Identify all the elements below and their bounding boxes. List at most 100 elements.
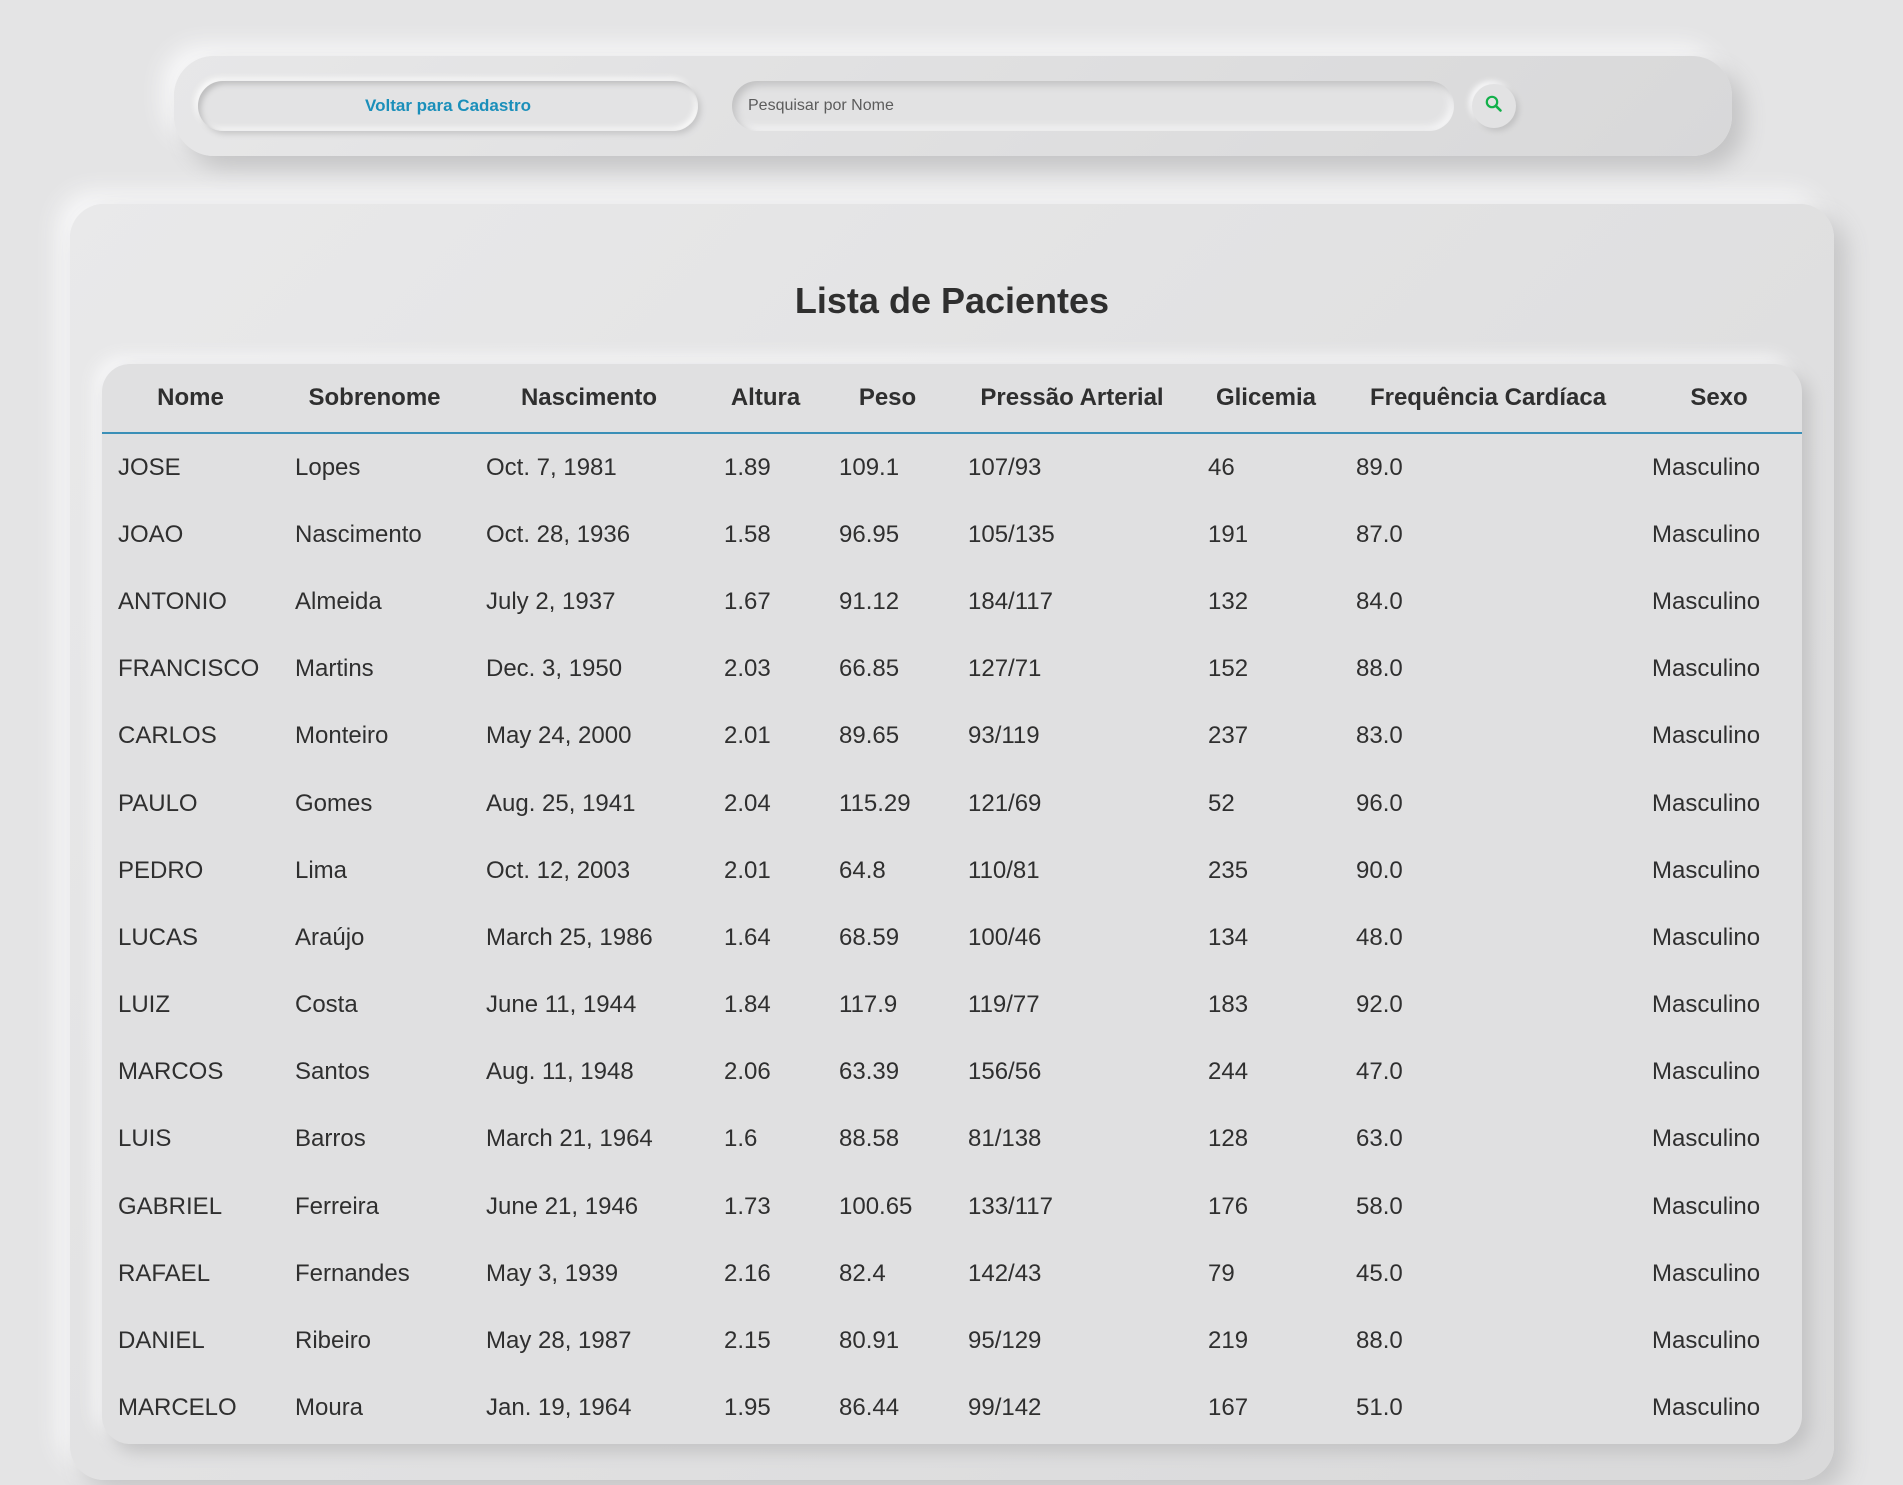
cell-frequencia-cardiaca: 48.0: [1356, 923, 1403, 951]
cell-nome: PEDRO: [118, 856, 204, 884]
cell-glicemia: 237: [1208, 722, 1249, 750]
cell-sexo: Masculino: [1652, 520, 1761, 548]
cell-pressao-arterial: 99/142: [968, 1394, 1042, 1422]
cell-frequencia-cardiaca: 51.0: [1356, 1394, 1403, 1422]
cell-nome: LUIZ: [118, 991, 171, 1019]
cell-peso: 88.58: [839, 1125, 900, 1153]
cell-sexo: Masculino: [1652, 655, 1761, 683]
cell-sobrenome: Ribeiro: [295, 1327, 372, 1355]
cell-pressao-arterial: 133/117: [968, 1192, 1053, 1220]
cell-pressao-arterial: 105/135: [968, 520, 1055, 548]
cell-altura: 1.6: [724, 1125, 758, 1153]
cell-sexo: Masculino: [1652, 923, 1761, 951]
search-input[interactable]: [732, 81, 1454, 131]
search-button[interactable]: [1472, 84, 1516, 128]
cell-nome: RAFAEL: [118, 1259, 211, 1287]
cell-sobrenome: Barros: [295, 1125, 366, 1153]
patients-table: Nome Sobrenome Nascimento Altura Peso Pressão…: [102, 364, 1802, 1442]
cell-nascimento: Aug. 25, 1941: [486, 789, 636, 817]
column-header-frequencia-cardiaca: Frequência Cardíaca: [1340, 364, 1636, 434]
cell-altura: 1.84: [724, 991, 771, 1019]
cell-nome: CARLOS: [118, 722, 217, 750]
cell-sexo: Masculino: [1652, 1058, 1761, 1086]
cell-sexo: Masculino: [1652, 587, 1761, 615]
cell-nome: LUIS: [118, 1125, 172, 1153]
cell-sobrenome: Monteiro: [295, 722, 389, 750]
cell-pressao-arterial: 142/43: [968, 1259, 1042, 1287]
cell-sobrenome: Gomes: [295, 789, 373, 817]
cell-frequencia-cardiaca: 88.0: [1356, 655, 1403, 683]
cell-glicemia: 219: [1208, 1327, 1249, 1355]
cell-altura: 1.67: [724, 587, 771, 615]
search-icon: [1484, 94, 1504, 119]
cell-nascimento: June 11, 1944: [486, 991, 637, 1019]
cell-glicemia: 52: [1208, 789, 1235, 817]
top-toolbar: Voltar para Cadastro: [174, 56, 1732, 156]
cell-nome: JOSE: [118, 453, 181, 481]
cell-sobrenome: Almeida: [295, 587, 382, 615]
table-row: DANIEL Ribeiro May 28, 1987 2.15 80.91 95/129…: [102, 1307, 1802, 1374]
cell-nascimento: May 3, 1939: [486, 1259, 619, 1287]
cell-peso: 89.65: [839, 722, 900, 750]
cell-altura: 1.64: [724, 923, 771, 951]
column-header-altura: Altura: [708, 364, 823, 434]
cell-sexo: Masculino: [1652, 722, 1761, 750]
column-header-sexo: Sexo: [1636, 364, 1802, 434]
column-header-pressao-arterial: Pressão Arterial: [952, 364, 1192, 434]
cell-altura: 2.15: [724, 1327, 771, 1355]
cell-peso: 96.95: [839, 520, 900, 548]
cell-glicemia: 79: [1208, 1259, 1235, 1287]
cell-sexo: Masculino: [1652, 453, 1761, 481]
cell-pressao-arterial: 93/119: [968, 722, 1040, 750]
back-to-register-button[interactable]: Voltar para Cadastro: [198, 81, 698, 131]
column-header-peso: Peso: [823, 364, 952, 434]
cell-frequencia-cardiaca: 58.0: [1356, 1192, 1403, 1220]
cell-sobrenome: Costa: [295, 991, 358, 1019]
cell-frequencia-cardiaca: 87.0: [1356, 520, 1403, 548]
cell-frequencia-cardiaca: 45.0: [1356, 1259, 1403, 1287]
cell-sobrenome: Lopes: [295, 453, 361, 481]
cell-sobrenome: Santos: [295, 1058, 370, 1086]
table-header-row: Nome Sobrenome Nascimento Altura Peso Pressão…: [102, 364, 1802, 434]
cell-altura: 1.95: [724, 1394, 771, 1422]
table-header: Nome Sobrenome Nascimento Altura Peso Pressão…: [102, 364, 1802, 434]
cell-nome: FRANCISCO: [118, 655, 260, 683]
table-row: PAULO Gomes Aug. 25, 1941 2.04 115.29 121/69 5…: [102, 770, 1802, 837]
cell-peso: 80.91: [839, 1327, 900, 1355]
cell-altura: 2.01: [724, 856, 771, 884]
cell-sexo: Masculino: [1652, 1259, 1761, 1287]
patient-list-card: Lista de Pacientes Nome Sobrenome Nascimen…: [70, 204, 1834, 1480]
cell-pressao-arterial: 127/71: [968, 655, 1042, 683]
table-row: LUCAS Araújo March 25, 1986 1.64 68.59 100/46…: [102, 904, 1802, 971]
cell-peso: 109.1: [839, 453, 900, 481]
cell-peso: 115.29: [839, 789, 911, 817]
cell-nascimento: June 21, 1946: [486, 1192, 639, 1220]
cell-sobrenome: Araújo: [295, 923, 365, 951]
cell-nome: MARCELO: [118, 1394, 237, 1422]
cell-glicemia: 235: [1208, 856, 1249, 884]
table-row: LUIZ Costa June 11, 1944 1.84 117.9 119/77 183…: [102, 972, 1802, 1039]
cell-glicemia: 152: [1208, 655, 1249, 683]
cell-nascimento: Oct. 12, 2003: [486, 856, 631, 884]
table-row: LUIS Barros March 21, 1964 1.6 88.58 81/138 12…: [102, 1106, 1802, 1173]
cell-nascimento: March 21, 1964: [486, 1125, 653, 1153]
cell-frequencia-cardiaca: 89.0: [1356, 453, 1403, 481]
table-row: FRANCISCO Martins Dec. 3, 1950 2.03 66.85 127…: [102, 636, 1802, 703]
cell-nome: ANTONIO: [118, 587, 227, 615]
cell-glicemia: 167: [1208, 1394, 1249, 1422]
cell-peso: 91.12: [839, 587, 900, 615]
cell-sexo: Masculino: [1652, 1125, 1761, 1153]
column-header-sobrenome: Sobrenome: [279, 364, 470, 434]
cell-nascimento: Jan. 19, 1964: [486, 1394, 632, 1422]
cell-frequencia-cardiaca: 96.0: [1356, 789, 1403, 817]
table-row: CARLOS Monteiro May 24, 2000 2.01 89.65 93/11…: [102, 703, 1802, 770]
cell-nome: MARCOS: [118, 1058, 224, 1086]
cell-frequencia-cardiaca: 47.0: [1356, 1058, 1403, 1086]
cell-nascimento: Aug. 11, 1948: [486, 1058, 634, 1086]
cell-nascimento: May 24, 2000: [486, 722, 632, 750]
table-row: JOAO Nascimento Oct. 28, 1936 1.58 96.95 105/…: [102, 501, 1802, 568]
cell-sobrenome: Martins: [295, 655, 374, 683]
cell-glicemia: 191: [1208, 520, 1249, 548]
cell-frequencia-cardiaca: 90.0: [1356, 856, 1403, 884]
cell-frequencia-cardiaca: 63.0: [1356, 1125, 1403, 1153]
